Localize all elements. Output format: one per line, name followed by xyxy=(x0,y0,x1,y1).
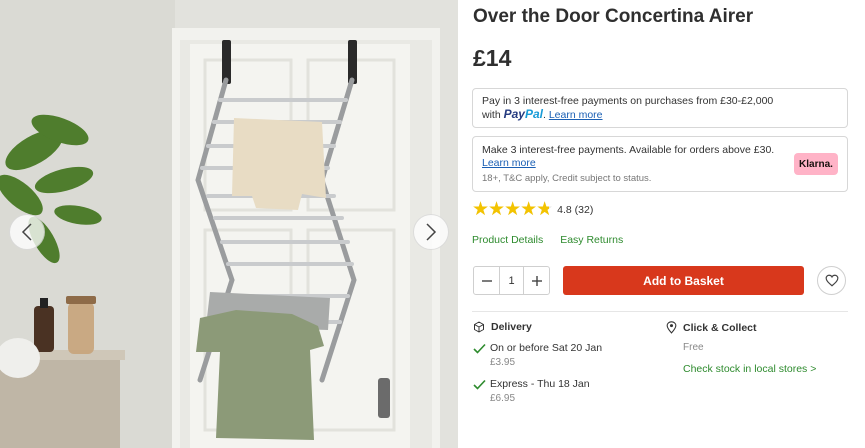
paypal-logo: PayPal xyxy=(503,107,543,121)
wishlist-button[interactable] xyxy=(817,266,846,295)
paypal-text: Pay in 3 interest-free payments on purch… xyxy=(482,95,774,121)
check-stock-link[interactable]: Check stock in local stores > xyxy=(683,363,816,375)
delivery-option-title: Express - Thu 18 Jan xyxy=(490,378,590,390)
gallery-prev-button[interactable] xyxy=(9,214,45,250)
product-details-panel: Over the Door Concertina Airer £14 Pay i… xyxy=(472,0,848,448)
chevron-right-icon xyxy=(426,223,437,241)
minus-icon xyxy=(481,279,492,282)
check-icon xyxy=(473,343,486,354)
easy-returns-link[interactable]: Easy Returns xyxy=(560,234,623,246)
delivery-option-price: £6.95 xyxy=(490,393,516,404)
location-pin-icon xyxy=(666,321,677,334)
quantity-stepper: 1 xyxy=(473,266,550,295)
paypal-learn-more-link[interactable]: Learn more xyxy=(549,109,603,121)
package-icon xyxy=(474,321,484,333)
product-details-link[interactable]: Product Details xyxy=(472,234,543,246)
divider xyxy=(472,311,848,312)
star-rating-icon: ★★★★★ ★★★★★ xyxy=(472,199,553,220)
product-image-gallery[interactable] xyxy=(0,0,458,448)
heart-icon xyxy=(825,274,838,287)
rating-summary: 4.8 (32) xyxy=(557,204,594,216)
click-collect-heading: Click & Collect xyxy=(666,321,757,334)
delivery-option-title: On or before Sat 20 Jan xyxy=(490,342,603,354)
paypal-installments-box: Pay in 3 interest-free payments on purch… xyxy=(472,88,848,128)
click-collect-price: Free xyxy=(683,342,704,353)
chevron-left-icon xyxy=(21,223,32,241)
check-icon xyxy=(473,379,486,390)
add-to-basket-button[interactable]: Add to Basket xyxy=(563,266,804,295)
quantity-value[interactable]: 1 xyxy=(499,267,524,294)
product-info-links: Product Details Easy Returns xyxy=(472,234,623,246)
klarna-text: Make 3 interest-free payments. Available… xyxy=(482,144,775,156)
klarna-installments-box: Make 3 interest-free payments. Available… xyxy=(472,136,848,192)
klarna-learn-more-link[interactable]: Learn more xyxy=(482,157,536,169)
klarna-logo: Klarna. xyxy=(794,153,838,175)
klarna-terms: 18+, T&C apply, Credit subject to status… xyxy=(482,173,652,184)
gallery-next-button[interactable] xyxy=(413,214,449,250)
product-photo xyxy=(0,0,458,448)
delivery-option-price: £3.95 xyxy=(490,357,516,368)
product-rating[interactable]: ★★★★★ ★★★★★ 4.8 (32) xyxy=(472,200,593,220)
decrease-quantity-button[interactable] xyxy=(474,267,499,294)
delivery-heading: Delivery xyxy=(473,321,532,333)
product-price: £14 xyxy=(473,45,512,71)
increase-quantity-button[interactable] xyxy=(524,267,549,294)
plus-icon xyxy=(531,275,542,286)
product-title: Over the Door Concertina Airer xyxy=(473,6,754,27)
